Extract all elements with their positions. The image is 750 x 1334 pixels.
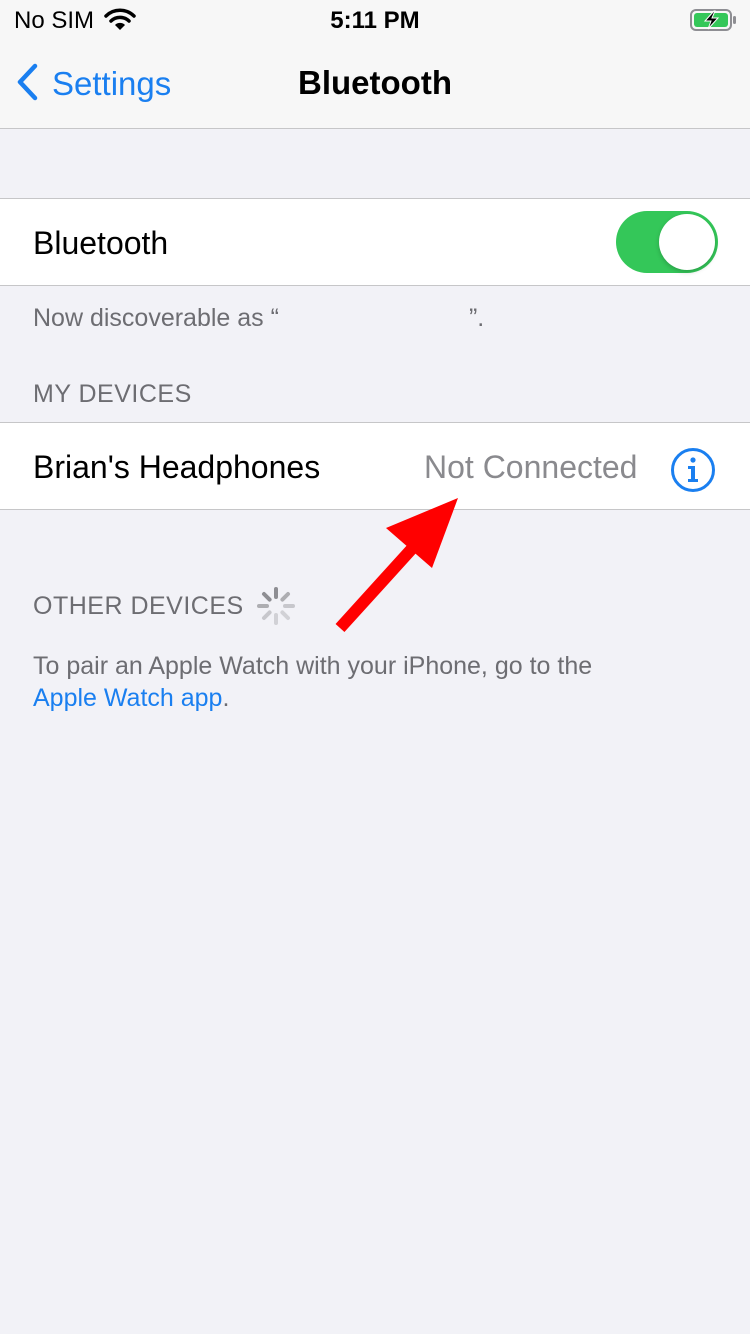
bluetooth-toggle-row: Bluetooth (0, 198, 750, 286)
pair-text: To pair an Apple Watch with your iPhone,… (33, 652, 593, 680)
bluetooth-label: Bluetooth (33, 225, 169, 261)
pair-apple-watch-text: To pair an Apple Watch with your iPhone,… (33, 650, 723, 714)
battery-charging-icon (690, 8, 738, 37)
apple-watch-app-link[interactable]: Apple Watch app (33, 684, 222, 712)
device-name: Brian's Headphones (33, 449, 321, 485)
discoverable-prefix: Now discoverable as “ (33, 304, 279, 332)
device-status: Not Connected (424, 449, 638, 485)
status-bar: No SIM 5:11 PM (0, 0, 750, 40)
clock-time: 5:11 PM (330, 7, 420, 34)
page-title: Bluetooth (298, 64, 452, 101)
pair-suffix: . (222, 684, 230, 712)
navigation-bar: Settings Bluetooth (0, 40, 750, 129)
toggle-knob (659, 214, 715, 270)
discoverable-text: Now discoverable as “ ”. (33, 304, 484, 333)
discoverable-suffix: ”. (468, 304, 485, 332)
loading-spinner-icon (256, 586, 296, 631)
other-devices-header: OTHER DEVICES (33, 592, 244, 620)
bluetooth-toggle[interactable] (616, 211, 718, 273)
my-devices-header: MY DEVICES (33, 380, 192, 408)
info-icon[interactable] (670, 447, 716, 498)
annotation-arrow-icon (330, 490, 470, 645)
